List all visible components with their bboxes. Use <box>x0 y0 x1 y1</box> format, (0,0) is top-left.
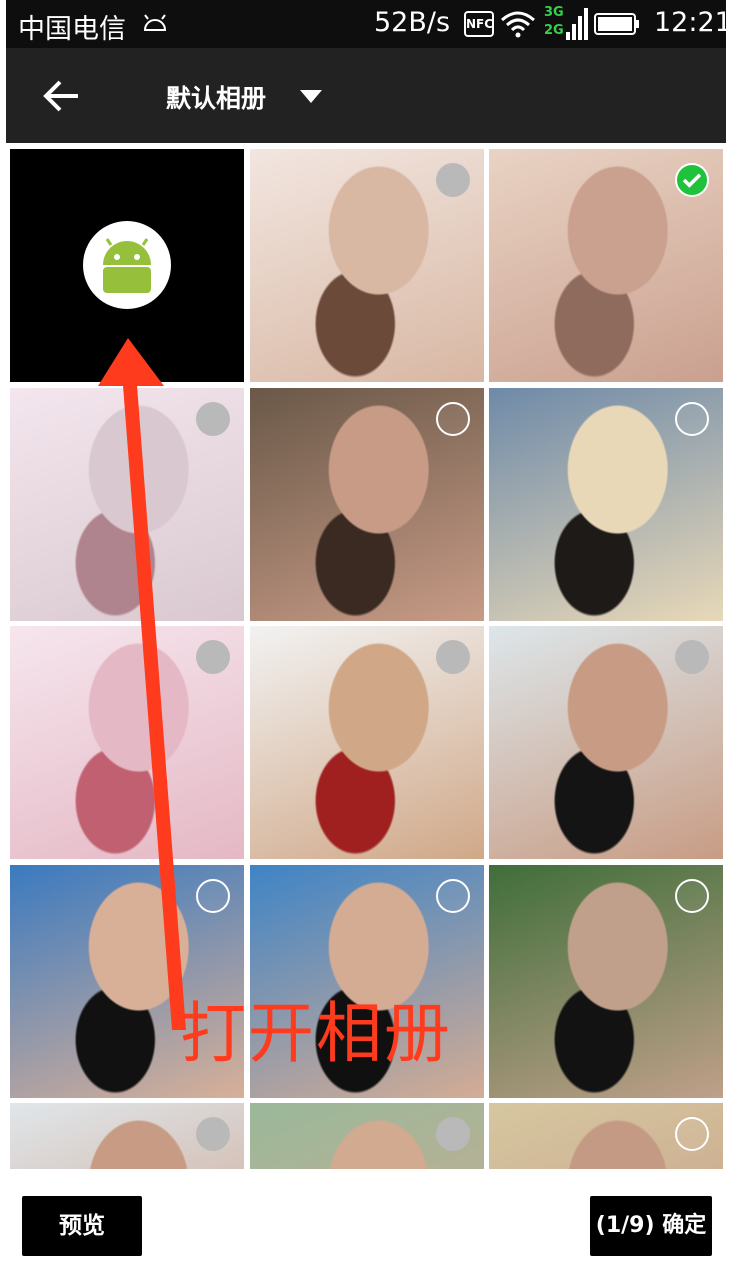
caret-down-icon[interactable] <box>300 90 322 104</box>
photo-thumbnail[interactable] <box>250 1103 484 1169</box>
network-speed: 52B/s <box>374 7 451 38</box>
photo-thumbnail[interactable] <box>489 1103 723 1169</box>
select-circle-icon[interactable] <box>675 1117 709 1151</box>
title-bar: 默认相册 <box>6 48 726 143</box>
select-circle-icon[interactable] <box>436 1117 470 1151</box>
photo-thumbnail[interactable] <box>10 388 244 621</box>
net-bottom-label: 2G <box>544 23 564 38</box>
photo-thumbnail[interactable] <box>250 149 484 382</box>
select-circle-icon[interactable] <box>436 879 470 913</box>
battery-icon <box>594 13 639 35</box>
photo-thumbnail[interactable] <box>489 626 723 859</box>
android-notification-icon <box>143 14 167 31</box>
checkmark-icon[interactable] <box>675 163 709 197</box>
annotation-label: 打开相册 <box>180 995 452 1072</box>
photo-thumbnail[interactable] <box>489 388 723 621</box>
photo-thumbnail[interactable] <box>250 626 484 859</box>
carrier-name: 中国电信 <box>18 14 126 45</box>
photo-thumbnail[interactable] <box>10 626 244 859</box>
preview-button[interactable]: 预览 <box>22 1196 142 1256</box>
select-circle-icon[interactable] <box>436 163 470 197</box>
select-circle-icon[interactable] <box>196 640 230 674</box>
status-bar: 中国电信 52B/s NFC 3G 2G 12:21 <box>6 0 732 48</box>
net-top-label: 3G <box>544 5 564 20</box>
photo-thumbnail[interactable] <box>489 865 723 1098</box>
photo-thumbnail[interactable] <box>250 388 484 621</box>
android-icon <box>83 221 171 309</box>
signal-icon: 3G 2G <box>544 5 588 40</box>
select-circle-icon[interactable] <box>196 402 230 436</box>
photo-thumbnail[interactable] <box>489 149 723 382</box>
select-circle-icon[interactable] <box>675 402 709 436</box>
clock: 12:21 <box>654 7 732 38</box>
back-arrow-icon[interactable] <box>42 76 82 116</box>
select-circle-icon[interactable] <box>436 402 470 436</box>
camera-tile[interactable] <box>10 149 244 382</box>
confirm-button[interactable]: (1/9) 确定 <box>590 1196 712 1256</box>
select-circle-icon[interactable] <box>675 640 709 674</box>
album-selector-label[interactable]: 默认相册 <box>166 79 266 115</box>
screen: 中国电信 52B/s NFC 3G 2G 12:21 默认相册 预览 (1/9)… <box>0 0 732 1280</box>
photo-thumbnail[interactable] <box>10 1103 244 1169</box>
wifi-icon <box>501 11 535 38</box>
select-circle-icon[interactable] <box>436 640 470 674</box>
select-circle-icon[interactable] <box>196 879 230 913</box>
select-circle-icon[interactable] <box>675 879 709 913</box>
bottom-bar: 预览 (1/9) 确定 <box>0 1169 732 1280</box>
select-circle-icon[interactable] <box>196 1117 230 1151</box>
nfc-icon: NFC <box>464 11 494 37</box>
